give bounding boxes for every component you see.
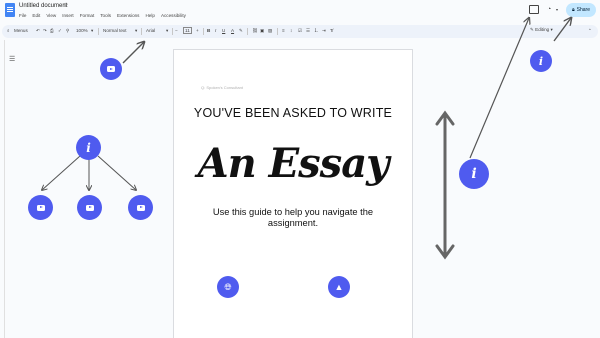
- zoom-select[interactable]: 100%: [76, 28, 88, 33]
- page-header-hint: Q: Spoken's Consultant: [201, 85, 243, 90]
- chevron-down-icon[interactable]: ▾: [135, 28, 137, 34]
- print-icon[interactable]: ⎙: [50, 28, 54, 33]
- toolbar-divider: [203, 28, 204, 35]
- italic-icon[interactable]: I: [215, 28, 216, 33]
- spellcheck-icon[interactable]: ✓: [58, 28, 62, 34]
- toolbar-divider: [141, 28, 142, 35]
- menu-tools[interactable]: Tools: [100, 13, 111, 18]
- annotation-arrow: [122, 42, 144, 64]
- numbered-list-icon[interactable]: ⒈: [314, 28, 319, 34]
- toolbar-divider: [247, 28, 248, 35]
- page-title: An Essay: [197, 140, 390, 187]
- bullet-list-icon[interactable]: ☰: [306, 28, 310, 34]
- video-icon[interactable]: [28, 195, 53, 220]
- image-icon[interactable]: ▲: [328, 276, 350, 298]
- chevron-down-icon[interactable]: ▾: [556, 7, 558, 12]
- video-icon[interactable]: [100, 58, 122, 80]
- info-icon[interactable]: i: [76, 135, 101, 160]
- link-icon[interactable]: ⛓: [252, 28, 258, 34]
- formatting-toolbar: ⌕ Menus ↶ ↷ ⎙ ✓ ⚲ 100% ▾ Normal text ▾ A…: [2, 25, 598, 38]
- lock-icon: 🔒︎: [571, 7, 575, 13]
- paint-format-icon[interactable]: ⚲: [66, 28, 69, 34]
- chevron-down-icon[interactable]: ▾: [166, 28, 168, 34]
- editing-mode-select[interactable]: ✎ Editing ▾: [530, 27, 553, 33]
- menu-view[interactable]: View: [46, 13, 56, 18]
- font-select[interactable]: Arial: [146, 28, 155, 33]
- bold-icon[interactable]: B: [207, 28, 210, 33]
- vertical-ruler: [0, 40, 5, 338]
- clear-formatting-icon[interactable]: T̸: [330, 28, 333, 33]
- undo-icon[interactable]: ↶: [36, 28, 40, 34]
- search-icon[interactable]: ⌕: [7, 28, 10, 33]
- underline-icon[interactable]: U: [222, 28, 225, 33]
- menu-accessibility[interactable]: Accessibility: [161, 13, 186, 18]
- chevron-down-icon: ▾: [550, 27, 553, 32]
- decrease-font-icon[interactable]: −: [175, 28, 178, 33]
- highlight-icon[interactable]: ✎: [239, 28, 243, 34]
- menu-bar: File Edit View Insert Format Tools Exten…: [19, 13, 186, 18]
- title-bar: Untitled document ☆ File Edit View Inser…: [0, 0, 600, 24]
- menu-edit[interactable]: Edit: [32, 13, 40, 18]
- editing-label: Editing: [535, 27, 550, 32]
- image-icon[interactable]: ▨: [268, 28, 272, 34]
- search-menus[interactable]: Menus: [14, 28, 28, 33]
- annotation-arrow: [469, 18, 529, 159]
- page-headline: YOU'VE BEEN ASKED TO WRITE: [193, 106, 393, 120]
- globe-icon[interactable]: 🌐︎: [217, 276, 239, 298]
- comment-history-icon[interactable]: [529, 5, 539, 14]
- menu-format[interactable]: Format: [80, 13, 95, 18]
- text-color-icon[interactable]: A: [231, 28, 234, 33]
- meet-icon[interactable]: ◔: [547, 6, 551, 13]
- menu-extensions[interactable]: Extensions: [117, 13, 139, 18]
- page-subtitle: Use this guide to help you navigate the …: [212, 207, 374, 228]
- pencil-icon: ✎: [530, 27, 534, 32]
- chevron-down-icon[interactable]: ▾: [91, 28, 93, 34]
- add-comment-icon[interactable]: ▣: [260, 28, 264, 34]
- toolbar-divider: [277, 28, 278, 35]
- redo-icon[interactable]: ↷: [43, 28, 47, 34]
- collapse-toolbar-icon[interactable]: ⌃: [588, 28, 592, 34]
- star-icon[interactable]: ☆: [63, 2, 68, 9]
- toolbar-divider: [172, 28, 173, 35]
- video-icon[interactable]: [77, 195, 102, 220]
- checklist-icon[interactable]: ☑: [298, 28, 302, 34]
- document-page[interactable]: Q: Spoken's Consultant YOU'VE BEEN ASKED…: [174, 50, 412, 338]
- style-select[interactable]: Normal text: [103, 28, 127, 33]
- font-size-input[interactable]: 11: [183, 27, 192, 34]
- share-button[interactable]: 🔒︎ Share: [566, 3, 596, 17]
- info-icon[interactable]: i: [530, 50, 552, 72]
- info-icon[interactable]: i: [459, 159, 489, 189]
- menu-insert[interactable]: Insert: [62, 13, 74, 18]
- video-icon[interactable]: [128, 195, 153, 220]
- document-outline-icon[interactable]: ☰: [9, 55, 15, 63]
- share-label: Share: [576, 7, 590, 13]
- menu-help[interactable]: Help: [145, 13, 154, 18]
- docs-logo-icon[interactable]: [5, 3, 15, 17]
- increase-font-icon[interactable]: +: [196, 28, 199, 33]
- toolbar-divider: [98, 28, 99, 35]
- document-title[interactable]: Untitled document: [19, 3, 67, 9]
- line-spacing-icon[interactable]: ↕: [290, 28, 292, 33]
- indent-icon[interactable]: ⇥: [322, 28, 326, 34]
- menu-file[interactable]: File: [19, 13, 26, 18]
- annotation-arrow: [42, 155, 81, 190]
- align-icon[interactable]: ≡: [282, 28, 285, 33]
- annotation-arrow: [97, 155, 136, 190]
